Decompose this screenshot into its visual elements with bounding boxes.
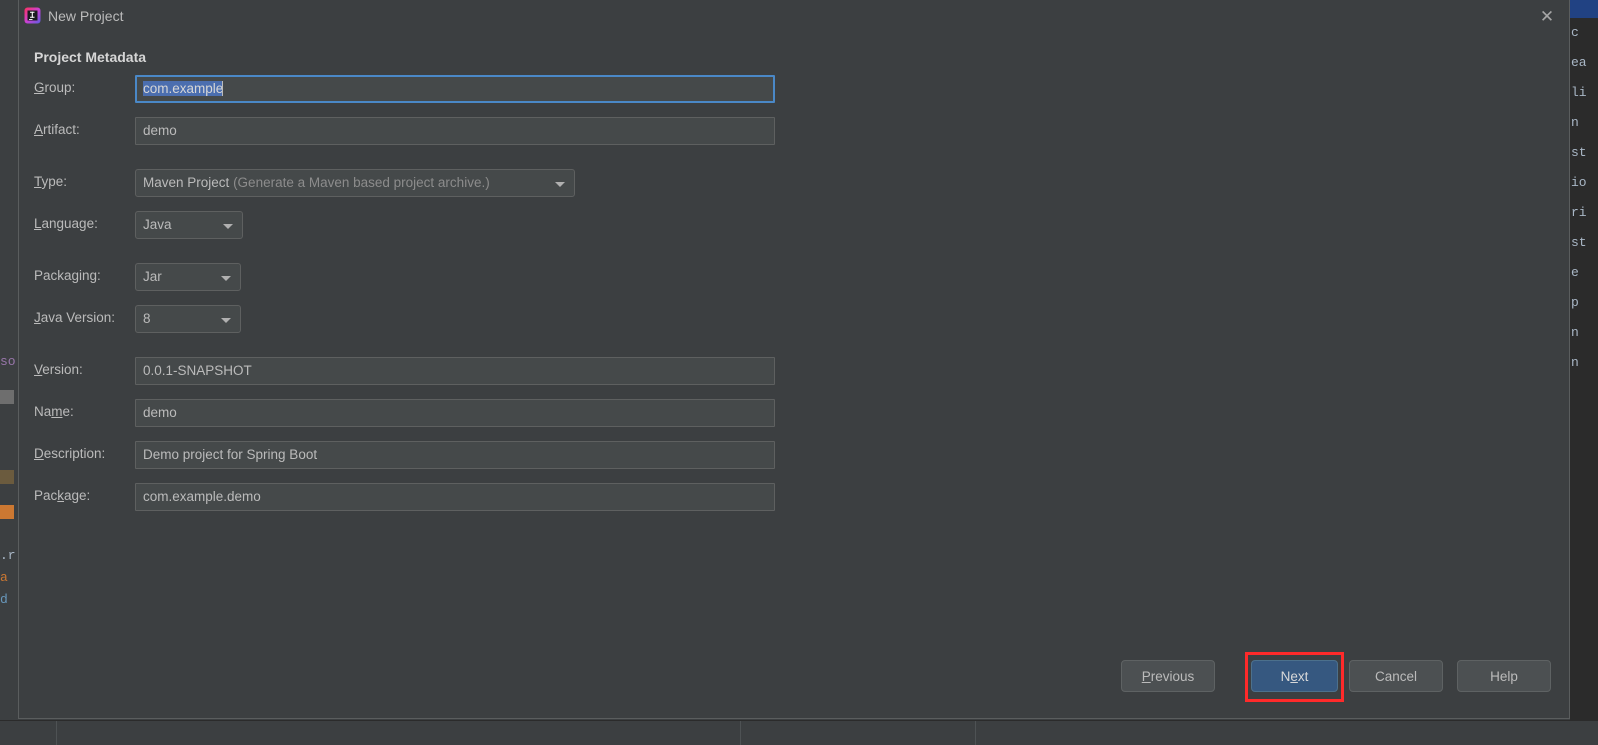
label-packaging: Packaging: [34, 268, 101, 283]
label-version: Version: [34, 362, 83, 377]
editor-fragment: c [1571, 25, 1579, 40]
label-name: Name: [34, 404, 74, 419]
previous-button-label: revious [1150, 668, 1195, 684]
packaging-dropdown-value: Jar [143, 269, 162, 284]
name-input[interactable]: demo [135, 399, 775, 427]
editor-fragment [0, 470, 14, 484]
dialog-titlebar: New Project ✕ [19, 0, 1569, 33]
packaging-dropdown[interactable]: Jar [135, 263, 241, 291]
dialog-footer: Previous Ne xt Cancel Help [19, 630, 1569, 718]
status-bar-divider-3 [975, 721, 977, 745]
label-package-mnemonic: k [57, 488, 65, 503]
editor-fragment: io [1571, 175, 1587, 190]
label-java-version-text: ava Version: [40, 310, 116, 325]
new-project-dialog: New Project ✕ Project Metadata Group: co… [18, 0, 1570, 719]
editor-fragment: ea [1571, 55, 1587, 70]
editor-fragment: ri [1571, 205, 1587, 220]
java-version-dropdown[interactable]: 8 [135, 305, 241, 333]
editor-fragment: n [1571, 355, 1579, 370]
label-packaging-text: ing: [79, 268, 101, 283]
language-dropdown[interactable]: Java [135, 211, 243, 239]
cancel-button[interactable]: Cancel [1349, 660, 1443, 692]
label-language-mnemonic: L [34, 216, 42, 231]
status-bar-divider-2 [740, 721, 742, 745]
label-name-pre: Na [34, 404, 52, 419]
editor-background-right: c ea li n st io ri st e p n n [1570, 0, 1598, 720]
label-artifact-mnemonic: A [34, 122, 44, 137]
previous-button-mnemonic: P [1141, 668, 1151, 684]
label-language: Language: [34, 216, 98, 231]
chevron-down-icon [555, 182, 565, 187]
label-packaging-pre: Packa [34, 268, 72, 283]
type-dropdown[interactable]: Maven Project (Generate a Maven based pr… [135, 169, 575, 197]
chevron-down-icon [223, 224, 233, 229]
editor-fragment: st [1571, 145, 1587, 160]
editor-fragment [0, 505, 14, 519]
package-input[interactable]: com.example.demo [135, 483, 775, 511]
status-bar-divider-1 [56, 721, 58, 745]
label-package: Package: [34, 488, 90, 503]
dialog-title: New Project [48, 8, 124, 24]
type-dropdown-value: Maven Project [143, 175, 230, 190]
java-version-dropdown-value: 8 [143, 311, 151, 326]
previous-button[interactable]: Previous [1121, 660, 1215, 692]
next-button-mnemonic: e [1290, 668, 1298, 684]
ide-status-bar [0, 720, 1598, 745]
label-java-version: Java Version: [34, 310, 115, 325]
text-caret [222, 81, 224, 96]
version-input[interactable]: 0.0.1-SNAPSHOT [135, 357, 775, 385]
section-title: Project Metadata [34, 49, 147, 65]
language-dropdown-value: Java [143, 217, 172, 232]
editor-fragment: .r [0, 548, 16, 563]
type-dropdown-hint: (Generate a Maven based project archive.… [233, 175, 490, 190]
label-java-version-mnemonic: J [34, 310, 41, 325]
label-type: Type: [34, 174, 67, 189]
editor-fragment: e [1571, 265, 1579, 280]
editor-fragment: a [0, 570, 8, 585]
label-description: Description: [34, 446, 105, 461]
label-packaging-mnemonic: g [71, 268, 80, 283]
editor-fragment [0, 390, 14, 404]
label-group: Group: [34, 80, 75, 95]
label-artifact-text: rtifact: [43, 122, 80, 137]
close-icon[interactable]: ✕ [1533, 4, 1561, 28]
label-language-text: anguage: [41, 216, 98, 231]
label-version-text: ersion: [42, 362, 83, 377]
group-input-value: com.example [143, 81, 224, 96]
label-name-text: e: [62, 404, 74, 419]
editor-fragment: so [0, 354, 16, 369]
editor-fragment: li [1571, 85, 1587, 100]
label-type-text: ype: [41, 174, 68, 189]
dialog-content: Project Metadata Group: com.example Arti… [19, 33, 1569, 663]
group-input[interactable]: com.example [135, 75, 775, 103]
label-artifact: Artifact: [34, 122, 80, 137]
label-name-mnemonic: m [51, 404, 63, 419]
editor-fragment: d [0, 592, 8, 607]
help-button[interactable]: Help [1457, 660, 1551, 692]
label-package-text: age: [64, 488, 91, 503]
label-group-mnemonic: G [34, 80, 45, 95]
editor-fragment: n [1571, 115, 1579, 130]
chevron-down-icon [221, 318, 231, 323]
next-button-label: xt [1297, 668, 1309, 684]
label-type-mnemonic: T [34, 174, 42, 189]
editor-fragment: p [1571, 295, 1579, 310]
chevron-down-icon [221, 276, 231, 281]
description-input[interactable]: Demo project for Spring Boot [135, 441, 775, 469]
label-package-pre: Pac [34, 488, 58, 503]
label-description-text: escription: [43, 446, 106, 461]
artifact-input[interactable]: demo [135, 117, 775, 145]
editor-selected-line [1570, 0, 1598, 18]
intellij-idea-logo-icon [24, 7, 41, 24]
next-button-pre: N [1280, 668, 1291, 684]
editor-fragment: st [1571, 235, 1587, 250]
label-description-mnemonic: D [34, 446, 44, 461]
next-button[interactable]: Ne xt [1251, 660, 1338, 692]
editor-fragment: n [1571, 325, 1579, 340]
label-group-text: roup: [44, 80, 76, 95]
editor-fragment [0, 12, 14, 26]
editor-background-left: so .r a d [0, 0, 18, 720]
